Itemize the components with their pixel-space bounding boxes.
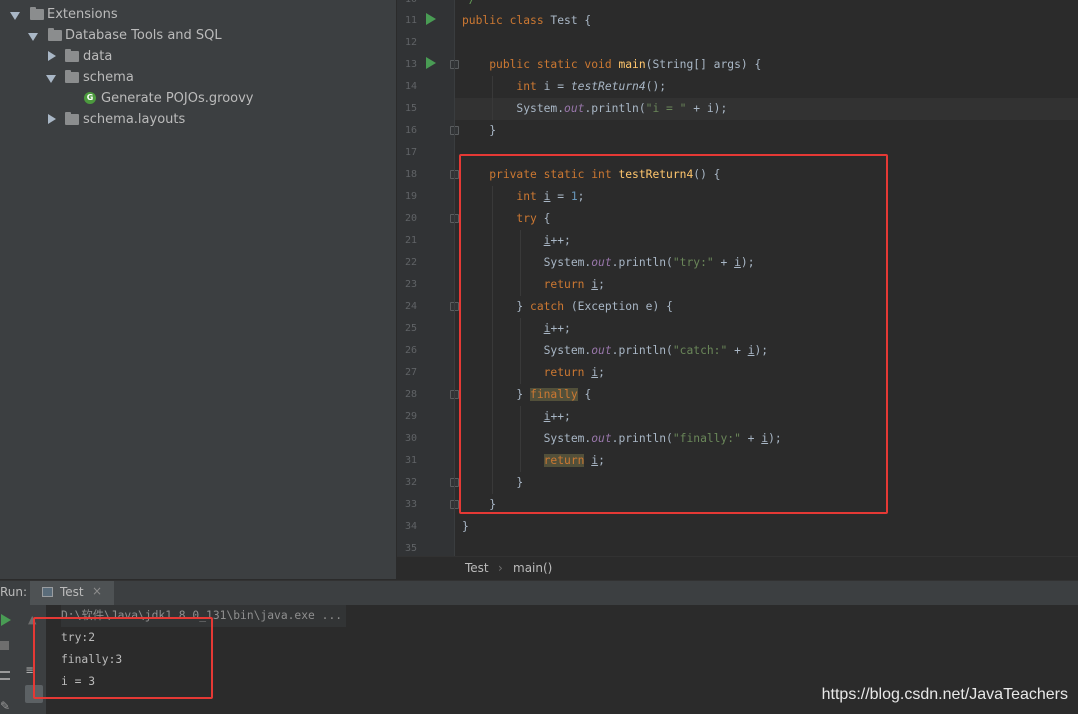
highlight-box-method	[459, 154, 888, 514]
line-number: 34	[404, 521, 417, 532]
line-number: 19	[404, 191, 417, 202]
run-gutter-icon[interactable]	[426, 13, 436, 25]
run-label: Run:	[0, 585, 28, 599]
chevron-down-icon[interactable]	[28, 33, 38, 41]
folder-icon	[30, 7, 44, 20]
line-number: 12	[404, 37, 417, 48]
breadcrumb-method[interactable]: main()	[513, 557, 552, 579]
chevron-down-icon[interactable]	[46, 75, 56, 83]
close-icon[interactable]: ×	[92, 584, 102, 598]
console-tab-icon	[42, 587, 53, 597]
tree-item-label: schema.layouts	[83, 112, 186, 127]
line-number: 21	[404, 235, 417, 246]
folder-icon	[48, 28, 62, 41]
tree-item-label: data	[83, 49, 113, 64]
tree-item-database-tools[interactable]: Database Tools and SQL	[0, 25, 396, 46]
chevron-down-icon[interactable]	[10, 12, 20, 20]
breadcrumb-class[interactable]: Test	[465, 557, 489, 579]
line-number: 31	[404, 455, 417, 466]
line-number: 11	[404, 15, 417, 26]
watermark-text: https://blog.csdn.net/JavaTeachers	[821, 686, 1068, 703]
code-line: public class Test {	[462, 14, 592, 27]
folder-icon	[65, 70, 79, 83]
highlight-box-output	[33, 617, 213, 699]
code-line: public static void main(String[] args) {	[489, 58, 762, 71]
run-tab-label: Test	[60, 585, 84, 599]
line-number: 15	[404, 103, 417, 114]
groovy-file-icon: G	[84, 92, 96, 104]
tree-item-label: Extensions	[47, 7, 118, 22]
tree-item-generate-pojos[interactable]: G Generate POJOs.groovy	[0, 88, 396, 109]
code-line: System.out.println("i = " + i);	[516, 102, 728, 115]
tree-item-label: Database Tools and SQL	[65, 28, 222, 43]
run-tool-window-header: Run: Test ×	[0, 580, 1078, 606]
stop-icon[interactable]	[0, 641, 9, 650]
tree-item-label: schema	[83, 70, 134, 85]
line-number: 33	[404, 499, 417, 510]
tree-item-extensions[interactable]: Extensions	[0, 4, 396, 25]
line-number: 29	[404, 411, 417, 422]
line-number: 14	[404, 81, 417, 92]
line-number: 18	[404, 169, 417, 180]
chevron-right-icon[interactable]	[48, 51, 56, 61]
tree-item-schema[interactable]: schema	[0, 67, 396, 88]
breadcrumb: Test › main()	[397, 556, 1078, 580]
line-number: 22	[404, 257, 417, 268]
line-number: 26	[404, 345, 417, 356]
tree-item-data[interactable]: data	[0, 46, 396, 67]
line-number: 24	[404, 301, 417, 312]
line-number: 17	[404, 147, 417, 158]
code-line: }	[462, 520, 469, 533]
gutter-divider	[454, 0, 455, 556]
line-number: 28	[404, 389, 417, 400]
run-tab-test[interactable]: Test ×	[30, 581, 114, 605]
line-number: 23	[404, 279, 417, 290]
run-gutter-icon[interactable]	[426, 57, 436, 69]
project-tree: Extensions Database Tools and SQL data s…	[0, 0, 397, 579]
line-number: 25	[404, 323, 417, 334]
line-number: 27	[404, 367, 417, 378]
breadcrumb-separator: ›	[498, 561, 503, 575]
code-line: int i = testReturn4();	[516, 80, 667, 93]
line-number: 20	[404, 213, 417, 224]
chevron-right-icon[interactable]	[48, 114, 56, 124]
editor-gutter[interactable]: 10 11 12 13 14 15 16 17 18 19 20 21 22 2…	[397, 0, 459, 556]
code-line: }	[489, 124, 497, 137]
tree-item-label: Generate POJOs.groovy	[101, 91, 254, 106]
rerun-icon[interactable]	[1, 614, 11, 626]
line-number: 13	[404, 59, 417, 70]
layout-icon[interactable]	[0, 671, 10, 680]
folder-icon	[65, 112, 79, 125]
folder-icon	[65, 49, 79, 62]
pin-icon[interactable]: ✎	[0, 699, 10, 713]
line-number: 16	[404, 125, 417, 136]
line-number: 30	[404, 433, 417, 444]
tree-item-schema-layouts[interactable]: schema.layouts	[0, 109, 396, 130]
line-number: 32	[404, 477, 417, 488]
